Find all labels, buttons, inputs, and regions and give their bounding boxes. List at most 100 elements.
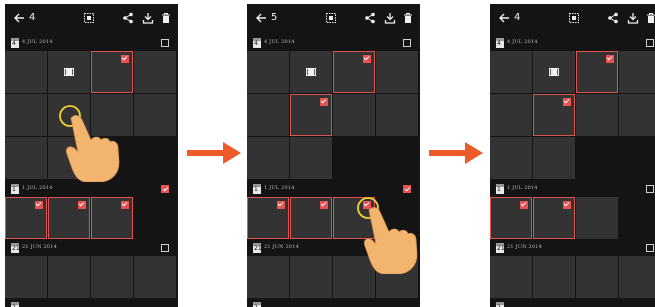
- photo-thumbnail[interactable]: [134, 94, 176, 136]
- section-date: 21 JUN 2014: [22, 244, 58, 250]
- photo-thumbnail[interactable]: [247, 137, 289, 179]
- share-icon[interactable]: [364, 12, 376, 24]
- photo-thumbnail[interactable]: [48, 197, 90, 239]
- delete-icon[interactable]: [645, 12, 655, 24]
- section-select-checkbox[interactable]: [161, 39, 169, 47]
- photo-thumbnail[interactable]: [48, 137, 90, 179]
- photo-thumbnail[interactable]: [91, 256, 133, 298]
- photo-thumbnail[interactable]: [5, 256, 47, 298]
- flow-arrow-icon: [187, 142, 241, 164]
- photo-thumbnail[interactable]: [333, 256, 375, 298]
- checkbox-icon: [606, 55, 614, 63]
- photo-thumbnail[interactable]: [91, 197, 133, 239]
- photo-thumbnail[interactable]: [619, 256, 655, 298]
- photo-thumbnail[interactable]: [91, 94, 133, 136]
- photo-thumbnail[interactable]: [619, 94, 655, 136]
- photo-thumbnail[interactable]: [376, 94, 418, 136]
- photo-thumbnail[interactable]: [247, 197, 289, 239]
- section-select-checkbox[interactable]: [646, 244, 654, 252]
- photo-thumbnail[interactable]: [247, 94, 289, 136]
- photo-thumbnail[interactable]: [376, 256, 418, 298]
- photo-thumbnail[interactable]: [333, 197, 375, 239]
- photo-thumbnail[interactable]: [490, 94, 532, 136]
- photo-thumbnail[interactable]: [5, 197, 47, 239]
- photo-thumbnail[interactable]: [576, 256, 618, 298]
- section-header: 2: [490, 301, 655, 307]
- checkbox-icon: [363, 55, 371, 63]
- back-arrow-icon[interactable]: [255, 12, 267, 24]
- photo-thumbnail[interactable]: [247, 51, 289, 93]
- section-select-checkbox[interactable]: [161, 185, 169, 193]
- photo-thumbnail[interactable]: [5, 94, 47, 136]
- share-icon[interactable]: [122, 12, 134, 24]
- photo-thumbnail[interactable]: [490, 197, 532, 239]
- select-all-icon[interactable]: [83, 12, 95, 24]
- share-icon[interactable]: [607, 12, 619, 24]
- delete-icon[interactable]: [160, 12, 172, 24]
- photo-thumbnail[interactable]: [533, 94, 575, 136]
- photo-thumbnail[interactable]: [134, 256, 176, 298]
- phone-screen-3: 4 4 4 JUL 2014 1 1 JUL 2014 21 21 JUN 20…: [490, 4, 655, 307]
- photo-thumbnail[interactable]: [5, 51, 47, 93]
- photo-thumbnail[interactable]: [533, 137, 575, 179]
- photo-thumbnail[interactable]: [333, 51, 375, 93]
- selection-toolbar: 5: [247, 4, 420, 35]
- video-thumbnail[interactable]: [48, 51, 90, 93]
- section-header: 4 4 JUL 2014: [5, 37, 178, 51]
- section-date: 1 JUL 2014: [507, 185, 538, 191]
- photo-thumbnail[interactable]: [619, 51, 655, 93]
- section-select-checkbox[interactable]: [403, 185, 411, 193]
- photo-thumbnail[interactable]: [5, 137, 47, 179]
- section-header: 1 1 JUL 2014: [5, 183, 178, 197]
- video-thumbnail[interactable]: [290, 51, 332, 93]
- section-header: 1 1 JUL 2014: [490, 183, 655, 197]
- download-icon[interactable]: [627, 12, 639, 24]
- select-all-icon[interactable]: [325, 12, 337, 24]
- photo-thumbnail[interactable]: [48, 256, 90, 298]
- section-header: 2: [247, 301, 420, 307]
- photo-thumbnail[interactable]: [247, 256, 289, 298]
- photo-thumbnail[interactable]: [134, 51, 176, 93]
- empty-slot: [134, 137, 176, 179]
- photo-thumbnail[interactable]: [576, 51, 618, 93]
- photo-thumbnail[interactable]: [376, 51, 418, 93]
- photo-thumbnail[interactable]: [290, 256, 332, 298]
- section-select-checkbox[interactable]: [646, 185, 654, 193]
- section-date: 21 JUN 2014: [264, 244, 300, 250]
- photo-thumbnail[interactable]: [533, 256, 575, 298]
- video-thumbnail[interactable]: [533, 51, 575, 93]
- download-icon[interactable]: [384, 12, 396, 24]
- photo-thumbnail[interactable]: [490, 137, 532, 179]
- photo-thumbnail[interactable]: [290, 137, 332, 179]
- calendar-icon: 1: [253, 184, 261, 194]
- phone-screen-1: 4 4 4 JUL 2014 1 1 JUL 2014 21 21 JUN 20…: [5, 4, 178, 307]
- photo-thumbnail[interactable]: [533, 197, 575, 239]
- section-select-checkbox[interactable]: [403, 39, 411, 47]
- empty-slot: [619, 137, 655, 179]
- back-arrow-icon[interactable]: [13, 12, 25, 24]
- select-all-icon[interactable]: [568, 12, 580, 24]
- calendar-icon: 1: [496, 184, 504, 194]
- section-date: 21 JUN 2014: [507, 244, 543, 250]
- section-select-checkbox[interactable]: [161, 244, 169, 252]
- download-icon[interactable]: [142, 12, 154, 24]
- section-select-checkbox[interactable]: [646, 39, 654, 47]
- checkbox-icon: [277, 201, 285, 209]
- photo-thumbnail[interactable]: [48, 94, 90, 136]
- selection-count: 4: [514, 12, 521, 23]
- back-arrow-icon[interactable]: [498, 12, 510, 24]
- photo-thumbnail[interactable]: [490, 51, 532, 93]
- section-select-checkbox[interactable]: [403, 244, 411, 252]
- calendar-icon: 4: [253, 38, 261, 48]
- photo-thumbnail[interactable]: [290, 197, 332, 239]
- photo-thumbnail[interactable]: [91, 51, 133, 93]
- photo-thumbnail[interactable]: [333, 94, 375, 136]
- photo-thumbnail[interactable]: [576, 94, 618, 136]
- photo-thumbnail[interactable]: [490, 256, 532, 298]
- delete-icon[interactable]: [402, 12, 414, 24]
- calendar-icon: 4: [11, 38, 19, 48]
- photo-thumbnail[interactable]: [290, 94, 332, 136]
- photo-thumbnail[interactable]: [576, 197, 618, 239]
- calendar-icon: 21: [253, 243, 262, 253]
- section-header: 2: [5, 301, 178, 307]
